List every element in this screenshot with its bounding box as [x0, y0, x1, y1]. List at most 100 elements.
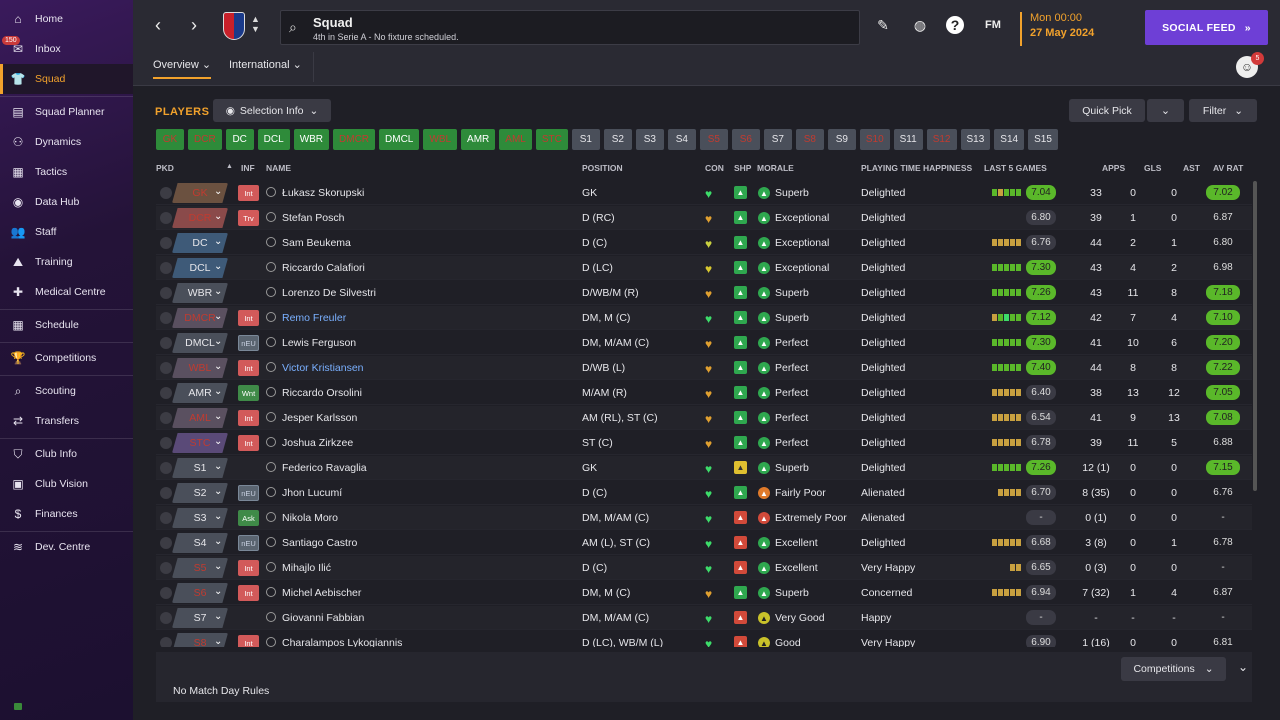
table-row[interactable]: DMCL ⌄ nEU Lewis Ferguson DM, M/AM (C) ♥ ▲ ▲ Per…	[156, 331, 1252, 355]
sidebar-item-home[interactable]: ⌂ Home	[0, 4, 133, 34]
player-name[interactable]: Jesper Karlsson	[282, 412, 357, 424]
column-header-gls[interactable]: GLS	[1144, 163, 1161, 173]
quick-pick-dropdown[interactable]: ⌄	[1147, 99, 1184, 122]
table-row[interactable]: DCR ⌄ Trv Stefan Posch D (RC) ♥ ▲ ▲ Exceptional D…	[156, 206, 1252, 230]
expand-chevron-icon[interactable]: ⌄	[1238, 660, 1248, 674]
chevron-down-icon[interactable]: ⌄	[214, 536, 222, 547]
player-name[interactable]: Michel Aebischer	[282, 587, 361, 599]
sidebar-item-inbox[interactable]: ✉ Inbox 150	[0, 34, 133, 64]
position-chip-dcl[interactable]: DCL	[257, 129, 290, 150]
sidebar-item-tactics[interactable]: ▦ Tactics	[0, 157, 133, 187]
sidebar-item-dev-centre[interactable]: ≋ Dev. Centre	[0, 532, 133, 562]
filter-button[interactable]: Filter ⌄	[1189, 99, 1257, 122]
forward-button[interactable]: ›	[183, 14, 205, 36]
player-name[interactable]: Stefan Posch	[282, 212, 344, 224]
position-chip-dcr[interactable]: DCR	[188, 129, 222, 150]
position-chip-dc[interactable]: DC	[225, 129, 254, 150]
continue-date[interactable]: Mon 00:00 27 May 2024	[1020, 12, 1130, 46]
chevron-down-icon[interactable]: ⌄	[214, 486, 222, 497]
chevron-down-icon[interactable]: ⌄	[214, 261, 222, 272]
quick-pick-button[interactable]: Quick Pick	[1069, 99, 1145, 122]
chevron-down-icon[interactable]: ⌄	[214, 636, 222, 647]
chevron-down-icon[interactable]: ⌄	[214, 461, 222, 472]
pick-checkbox[interactable]	[160, 187, 172, 199]
position-chip-s11[interactable]: S11	[893, 129, 923, 150]
table-row[interactable]: S1 ⌄ Federico Ravaglia GK ♥ ▲ ▲ Superb Delighted…	[156, 456, 1252, 480]
player-name[interactable]: Riccardo Orsolini	[282, 387, 362, 399]
position-chip-dmcl[interactable]: DMCL	[379, 129, 420, 150]
pick-checkbox[interactable]	[160, 537, 172, 549]
search-box[interactable]: ⌕ Squad 4th in Serie A - No fixture sche…	[280, 10, 860, 45]
table-row[interactable]: WBL ⌄ Int Victor Kristiansen D/WB (L) ♥ ▲ ▲ Perf…	[156, 356, 1252, 380]
sidebar-item-finances[interactable]: $ Finances	[0, 499, 133, 529]
table-row[interactable]: DMCR ⌄ Int Remo Freuler DM, M (C) ♥ ▲ ▲ Superb De…	[156, 306, 1252, 330]
player-name[interactable]: Santiago Castro	[282, 537, 357, 549]
edit-icon[interactable]: ✎	[872, 14, 894, 36]
position-chip-s12[interactable]: S12	[926, 129, 957, 150]
sidebar-item-squad-planner[interactable]: ▤ Squad Planner	[0, 97, 133, 127]
back-button[interactable]: ‹	[147, 14, 169, 36]
chevron-down-icon[interactable]: ⌄	[214, 286, 222, 297]
table-row[interactable]: S3 ⌄ Ask Nikola Moro DM, M/AM (C) ♥ ▲ ▲ Extremel…	[156, 506, 1252, 530]
sidebar-item-competitions[interactable]: 🏆 Competitions	[0, 343, 133, 373]
sidebar-item-club-vision[interactable]: ▣ Club Vision	[0, 469, 133, 499]
column-header-last-5-games[interactable]: LAST 5 GAMES	[984, 163, 1047, 173]
sidebar-item-scouting[interactable]: ⌕ Scouting	[0, 376, 133, 406]
pick-checkbox[interactable]	[160, 362, 172, 374]
pick-checkbox[interactable]	[160, 287, 172, 299]
sidebar-item-club-info[interactable]: ⛉ Club Info	[0, 439, 133, 469]
column-header-pkd[interactable]: PKD	[156, 163, 174, 173]
sidebar-item-data-hub[interactable]: ◉ Data Hub	[0, 187, 133, 217]
player-name[interactable]: Mihajlo Ilić	[282, 562, 331, 574]
position-chip-s9[interactable]: S9	[827, 129, 856, 150]
column-header-ast[interactable]: AST	[1183, 163, 1200, 173]
sidebar-item-schedule[interactable]: ▦ Schedule	[0, 310, 133, 340]
table-row[interactable]: S4 ⌄ nEU Santiago Castro AM (L), ST (C) ♥ ▲ ▲ Ex…	[156, 531, 1252, 555]
position-chip-wbr[interactable]: WBR	[293, 129, 330, 150]
position-chip-aml[interactable]: AML	[499, 129, 532, 150]
table-row[interactable]: S2 ⌄ nEU Jhon Lucumí D (C) ♥ ▲ ▲ Fairly Poor Alie…	[156, 481, 1252, 505]
chevron-down-icon[interactable]: ⌄	[214, 186, 222, 197]
player-name[interactable]: Sam Beukema	[282, 237, 351, 249]
player-name[interactable]: Joshua Zirkzee	[282, 437, 353, 449]
table-row[interactable]: DCL ⌄ Riccardo Calafiori D (LC) ♥ ▲ ▲ Exception…	[156, 256, 1252, 280]
pick-checkbox[interactable]	[160, 487, 172, 499]
help-icon[interactable]: ?	[946, 16, 964, 34]
fm-menu-button[interactable]: FM	[982, 14, 1004, 36]
table-row[interactable]: AML ⌄ Int Jesper Karlsson AM (RL), ST (C) ♥ ▲ ▲…	[156, 406, 1252, 430]
pick-checkbox[interactable]	[160, 637, 172, 647]
table-row[interactable]: STC ⌄ Int Joshua Zirkzee ST (C) ♥ ▲ ▲ Perfect Del…	[156, 431, 1252, 455]
selection-info-button[interactable]: ◉ Selection Info ⌄	[213, 99, 331, 122]
player-name[interactable]: Riccardo Calafiori	[282, 262, 365, 274]
chevron-down-icon[interactable]: ⌄	[214, 336, 222, 347]
chevron-down-icon[interactable]: ⌄	[214, 236, 222, 247]
table-row[interactable]: AMR ⌄ Wnt Riccardo Orsolini M/AM (R) ♥ ▲ ▲ Perfe…	[156, 381, 1252, 405]
chevron-down-icon[interactable]: ⌄	[214, 586, 222, 597]
chevron-down-icon[interactable]: ⌄	[214, 511, 222, 522]
chevron-down-icon[interactable]: ⌄	[214, 561, 222, 572]
position-chip-s1[interactable]: S1	[571, 129, 600, 150]
sidebar-item-squad[interactable]: 👕 Squad	[0, 64, 133, 94]
table-row[interactable]: S8 ⌄ Int Charalampos Lykogiannis D (LC), WB/…	[156, 631, 1252, 647]
tab-international[interactable]: International ⌄	[229, 58, 302, 77]
chevron-down-icon[interactable]: ⌄	[214, 211, 222, 222]
sidebar-item-medical-centre[interactable]: ✚ Medical Centre	[0, 277, 133, 307]
position-chip-amr[interactable]: AMR	[461, 129, 496, 150]
column-header-playing-time-happiness[interactable]: PLAYING TIME HAPPINESS	[861, 163, 972, 173]
club-switch-icon[interactable]: ▲ ▼	[251, 14, 260, 34]
sidebar-item-transfers[interactable]: ⇄ Transfers	[0, 406, 133, 436]
column-header-con[interactable]: CON	[705, 163, 724, 173]
player-name[interactable]: Giovanni Fabbian	[282, 612, 364, 624]
player-name[interactable]: Lewis Ferguson	[282, 337, 356, 349]
position-chip-s10[interactable]: S10	[859, 129, 890, 150]
position-chip-s15[interactable]: S15	[1028, 129, 1058, 150]
column-header-morale[interactable]: MORALE	[757, 163, 794, 173]
position-chip-s13[interactable]: S13	[960, 129, 991, 150]
column-header-name[interactable]: NAME	[266, 163, 291, 173]
chevron-down-icon[interactable]: ⌄	[214, 611, 222, 622]
pick-checkbox[interactable]	[160, 562, 172, 574]
player-name[interactable]: Lorenzo De Silvestri	[282, 287, 376, 299]
table-row[interactable]: GK ⌄ Int Łukasz Skorupski GK ♥ ▲ ▲ Superb Delight…	[156, 181, 1252, 205]
column-header-apps[interactable]: APPS	[1102, 163, 1125, 173]
column-header-av-rat[interactable]: AV RAT	[1213, 163, 1243, 173]
